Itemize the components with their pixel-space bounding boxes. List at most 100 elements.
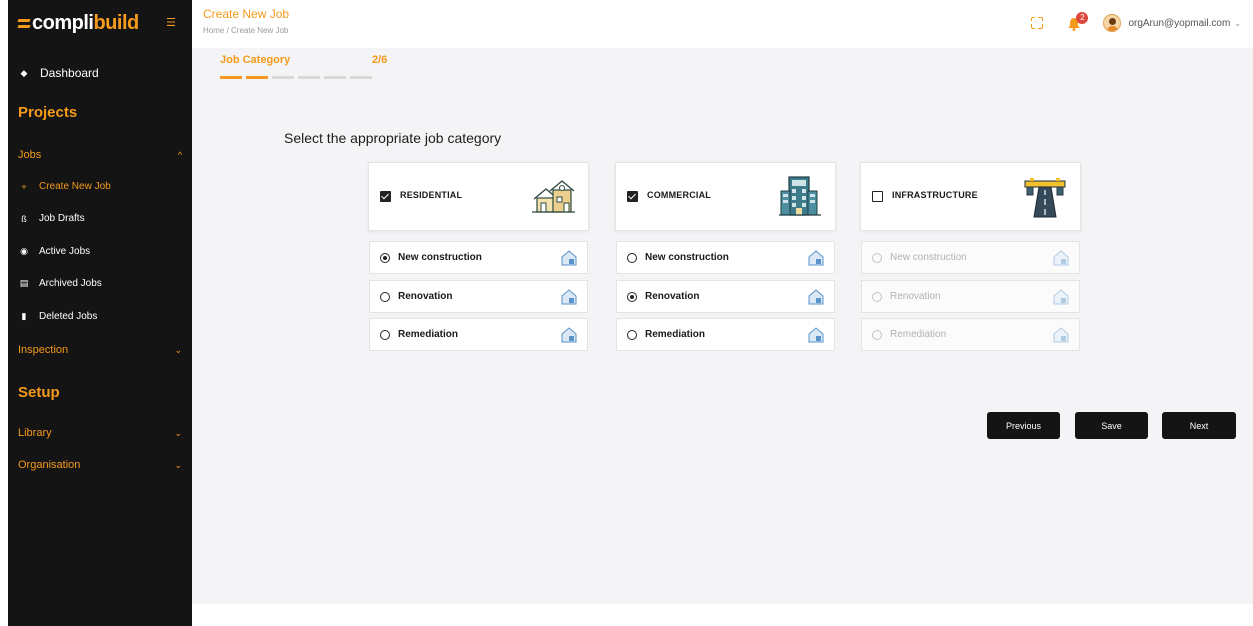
category-name: COMMERCIAL xyxy=(647,190,711,200)
active-icon: ◉ xyxy=(20,246,28,256)
residential-option-remediation[interactable]: Remediation xyxy=(369,318,588,351)
chevron-down-icon: ⌄ xyxy=(174,344,182,355)
building-info-icon xyxy=(808,326,824,342)
option-label: Renovation xyxy=(890,291,941,302)
app-root: compli build ☰ ◆ Dashboard Projects Jobs … xyxy=(0,0,1253,626)
option-label: New construction xyxy=(890,252,967,263)
building-info-icon xyxy=(1053,326,1069,342)
radio-button[interactable] xyxy=(380,291,390,302)
sidebar-group-inspection[interactable]: Inspection ⌄ xyxy=(18,344,182,356)
chevron-down-icon: ⌄ xyxy=(174,459,182,470)
plus-icon: + xyxy=(21,181,27,192)
option-label: Renovation xyxy=(645,291,700,302)
sidebar-toggle-icon[interactable]: ☰ xyxy=(166,17,178,29)
step-progress xyxy=(220,76,376,79)
building-info-icon xyxy=(1053,249,1069,265)
step-bar xyxy=(246,76,268,79)
category-card-commercial[interactable]: COMMERCIAL xyxy=(615,162,836,231)
sidebar-group-organisation[interactable]: Organisation ⌄ xyxy=(18,459,182,471)
building-info-icon xyxy=(1053,288,1069,304)
building-info-icon xyxy=(808,249,824,265)
next-button[interactable]: Next xyxy=(1162,412,1236,439)
sidebar-group-label: Jobs xyxy=(18,149,42,161)
sidebar-group-label: Inspection xyxy=(18,344,69,356)
previous-button[interactable]: Previous xyxy=(987,412,1060,439)
residential-checkbox[interactable] xyxy=(380,191,391,202)
radio-button[interactable] xyxy=(380,329,390,340)
commercial-checkbox[interactable] xyxy=(627,191,638,202)
step-bar xyxy=(324,76,346,79)
sidebar-item-deleted-jobs[interactable]: ▮ Deleted Jobs xyxy=(8,311,192,322)
building-info-icon xyxy=(561,288,577,304)
sidebar-group-jobs[interactable]: Jobs ^ xyxy=(18,149,182,161)
chevron-up-icon: ^ xyxy=(177,150,182,160)
sidebar-group-label: Organisation xyxy=(18,459,81,471)
bridge-road-icon xyxy=(1024,178,1066,218)
infrastructure-option-remediation[interactable]: Remediation xyxy=(861,318,1080,351)
infrastructure-option-renovation[interactable]: Renovation xyxy=(861,280,1080,313)
option-label: Remediation xyxy=(645,329,706,340)
commercial-option-remediation[interactable]: Remediation xyxy=(616,318,835,351)
sidebar-group-library[interactable]: Library ⌄ xyxy=(18,427,182,439)
category-name: RESIDENTIAL xyxy=(400,190,463,200)
radio-button[interactable] xyxy=(627,252,637,263)
step-count: 2/6 xyxy=(372,54,388,66)
logo-row: compli build ☰ xyxy=(8,0,192,46)
avatar[interactable] xyxy=(1103,14,1122,32)
sidebar-item-label: Create New Job xyxy=(39,181,111,192)
top-header: Create New Job Home / Create New Job 2 o… xyxy=(192,0,1253,48)
residential-option-new-construction[interactable]: New construction xyxy=(369,241,588,274)
option-label: Renovation xyxy=(398,291,453,302)
residential-option-renovation[interactable]: Renovation xyxy=(369,280,588,313)
chevron-down-icon[interactable]: ⌄ xyxy=(1234,19,1241,28)
category-card-infrastructure[interactable]: INFRASTRUCTURE xyxy=(860,162,1081,231)
sidebar: compli build ☰ ◆ Dashboard Projects Jobs … xyxy=(8,0,192,626)
commercial-option-new-construction[interactable]: New construction xyxy=(616,241,835,274)
user-email[interactable]: orgArun@yopmail.com xyxy=(1128,18,1230,29)
radio-button[interactable] xyxy=(872,252,882,263)
sidebar-item-label: Archived Jobs xyxy=(39,278,102,289)
home-icon: ◆ xyxy=(20,67,28,78)
save-button[interactable]: Save xyxy=(1075,412,1148,439)
radio-button[interactable] xyxy=(872,329,882,340)
fullscreen-icon[interactable] xyxy=(1030,16,1045,30)
sidebar-item-label: Active Jobs xyxy=(39,246,91,257)
option-label: Remediation xyxy=(890,329,947,340)
step-bar xyxy=(220,76,242,79)
breadcrumb: Home / Create New Job xyxy=(203,26,289,35)
building-info-icon xyxy=(561,326,577,342)
sidebar-item-label: Deleted Jobs xyxy=(39,311,98,322)
brand-logo[interactable]: compli build xyxy=(18,12,139,35)
infrastructure-checkbox[interactable] xyxy=(872,191,883,202)
drafts-icon: ß xyxy=(21,213,27,224)
sidebar-item-dashboard[interactable]: ◆ Dashboard xyxy=(8,64,192,82)
sidebar-item-label: Dashboard xyxy=(40,66,99,80)
commercial-option-renovation[interactable]: Renovation xyxy=(616,280,835,313)
footer xyxy=(192,604,1253,626)
sidebar-group-label: Library xyxy=(18,427,52,439)
page-title: Create New Job xyxy=(203,7,290,21)
radio-button[interactable] xyxy=(380,252,390,263)
building-info-icon xyxy=(561,249,577,265)
category-card-residential[interactable]: RESIDENTIAL xyxy=(368,162,589,231)
radio-button[interactable] xyxy=(627,291,637,302)
sidebar-item-label: Job Drafts xyxy=(39,213,85,224)
option-label: New construction xyxy=(398,252,482,263)
step-bar xyxy=(272,76,294,79)
sidebar-item-active-jobs[interactable]: ◉ Active Jobs xyxy=(8,246,192,257)
option-label: New construction xyxy=(645,252,729,263)
step-bar xyxy=(350,76,372,79)
radio-button[interactable] xyxy=(872,291,882,302)
infrastructure-option-new-construction[interactable]: New construction xyxy=(861,241,1080,274)
sidebar-item-job-drafts[interactable]: ß Job Drafts xyxy=(8,213,192,224)
archive-icon: ▤ xyxy=(19,278,29,288)
chevron-down-icon: ⌄ xyxy=(174,427,182,438)
house-icon xyxy=(532,180,575,213)
sidebar-item-archived-jobs[interactable]: ▤ Archived Jobs xyxy=(8,278,192,289)
radio-button[interactable] xyxy=(627,329,637,340)
category-prompt: Select the appropriate job category xyxy=(284,130,502,146)
sidebar-item-create-new-job[interactable]: + Create New Job xyxy=(8,181,192,192)
notification-button[interactable]: 2 xyxy=(1067,12,1089,32)
office-building-icon xyxy=(779,176,821,216)
main-content: Job Category 2/6 Select the appropriate … xyxy=(192,48,1253,604)
